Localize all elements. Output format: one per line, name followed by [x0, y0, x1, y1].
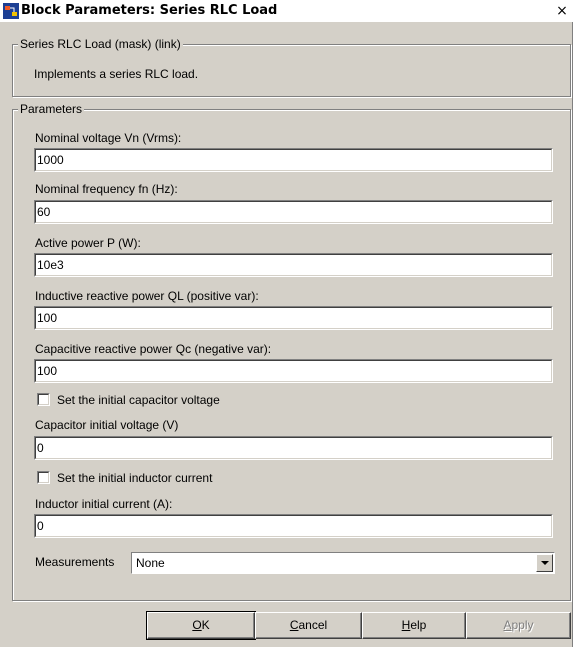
capacitor-voltage-value: 0	[37, 441, 44, 455]
apply-label: pply	[511, 618, 534, 632]
help-button[interactable]: Help	[362, 612, 466, 639]
cancel-button[interactable]: Cancel	[255, 612, 362, 639]
inductor-current-value: 0	[37, 519, 44, 533]
ok-button[interactable]: OK	[146, 611, 256, 640]
measurements-label: Measurements	[35, 555, 115, 569]
simulink-block-icon	[3, 3, 19, 19]
nominal-frequency-field[interactable]: 60	[34, 200, 553, 224]
ok-mnemonic: O	[192, 618, 202, 632]
set-capacitor-voltage-checkbox[interactable]	[37, 393, 50, 406]
inductor-current-field[interactable]: 0	[34, 514, 553, 538]
inductor-current-label: Inductor initial current (A):	[35, 497, 173, 511]
inductive-power-value: 100	[37, 311, 58, 325]
parameters-group-legend: Parameters	[18, 102, 85, 116]
set-capacitor-voltage-label: Set the initial capacitor voltage	[57, 393, 220, 407]
measurements-select[interactable]: None	[131, 552, 555, 574]
close-icon[interactable]: ×	[554, 3, 570, 19]
nominal-frequency-value: 60	[37, 205, 51, 219]
ok-label: K	[201, 618, 210, 632]
dialog-window: Block Parameters: Series RLC Load × Seri…	[0, 0, 573, 647]
set-inductor-current-label: Set the initial inductor current	[57, 471, 213, 485]
measurements-value: None	[136, 556, 165, 570]
inductive-power-label: Inductive reactive power QL (positive va…	[35, 289, 259, 303]
mask-description: Implements a series RLC load.	[34, 67, 199, 81]
active-power-label: Active power P (W):	[35, 236, 141, 250]
active-power-value: 10e3	[37, 258, 64, 272]
apply-button[interactable]: Apply	[466, 612, 571, 639]
cancel-label: ancel	[298, 618, 328, 632]
window-title: Block Parameters: Series RLC Load	[21, 3, 278, 18]
capacitor-voltage-label: Capacitor initial voltage (V)	[35, 418, 179, 432]
active-power-field[interactable]: 10e3	[34, 253, 553, 277]
capacitor-voltage-field[interactable]: 0	[34, 436, 553, 460]
set-inductor-current-checkbox[interactable]	[37, 471, 50, 484]
mask-group: Series RLC Load (mask) (link) Implements…	[12, 37, 571, 97]
help-label: elp	[410, 618, 427, 632]
title-bar[interactable]: Block Parameters: Series RLC Load ×	[0, 0, 573, 22]
nominal-frequency-label: Nominal frequency fn (Hz):	[35, 182, 178, 196]
capacitive-power-field[interactable]: 100	[34, 359, 553, 383]
inductive-power-field[interactable]: 100	[34, 306, 553, 330]
apply-mnemonic: A	[503, 618, 512, 632]
nominal-voltage-field[interactable]: 1000	[34, 148, 553, 172]
capacitive-power-label: Capacitive reactive power Qc (negative v…	[35, 342, 272, 356]
nominal-voltage-label: Nominal voltage Vn (Vrms):	[35, 131, 182, 145]
chevron-down-icon[interactable]	[536, 554, 553, 572]
nominal-voltage-value: 1000	[37, 153, 64, 167]
capacitive-power-value: 100	[37, 364, 58, 378]
mask-group-legend: Series RLC Load (mask) (link)	[18, 37, 183, 51]
